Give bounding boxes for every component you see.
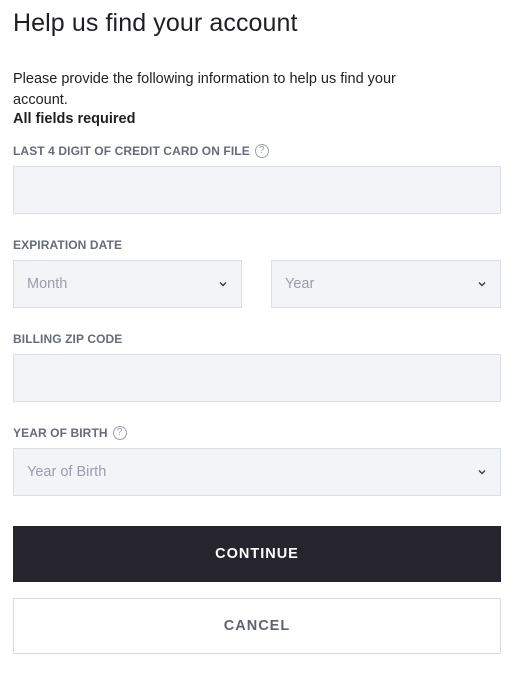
- zip-input[interactable]: [14, 355, 500, 401]
- card-last4-label-row: LAST 4 DIGIT OF CREDIT CARD ON FILE ?: [13, 143, 269, 159]
- month-select-value: Month: [27, 276, 68, 292]
- chevron-down-icon: [477, 467, 487, 477]
- expiration-label-row: EXPIRATION DATE: [13, 237, 122, 253]
- year-select-value: Year: [285, 276, 315, 292]
- expiration-year-select[interactable]: Year: [271, 260, 501, 308]
- page-title: Help us find your account: [13, 9, 298, 37]
- continue-button[interactable]: CONTINUE: [13, 526, 501, 582]
- expiration-month-select[interactable]: Month: [13, 260, 242, 308]
- card-last4-label: LAST 4 DIGIT OF CREDIT CARD ON FILE: [13, 144, 250, 158]
- birth-year-label: YEAR OF BIRTH: [13, 426, 108, 440]
- birth-year-select-value: Year of Birth: [27, 464, 107, 480]
- chevron-down-icon: [477, 279, 487, 289]
- card-last4-input[interactable]: [14, 167, 500, 213]
- birth-year-label-row: YEAR OF BIRTH ?: [13, 425, 127, 441]
- birth-year-select[interactable]: Year of Birth: [13, 448, 501, 496]
- chevron-down-icon: [218, 279, 228, 289]
- zip-label: BILLING ZIP CODE: [13, 332, 123, 346]
- required-note: All fields required: [13, 111, 136, 127]
- zip-field[interactable]: [13, 354, 501, 402]
- card-last4-field[interactable]: [13, 166, 501, 214]
- help-icon[interactable]: ?: [254, 144, 269, 158]
- cancel-button[interactable]: CANCEL: [13, 598, 501, 654]
- help-icon[interactable]: ?: [112, 426, 127, 440]
- intro-text: Please provide the following information…: [13, 71, 396, 108]
- zip-label-row: BILLING ZIP CODE: [13, 331, 122, 347]
- expiration-label: EXPIRATION DATE: [13, 238, 123, 252]
